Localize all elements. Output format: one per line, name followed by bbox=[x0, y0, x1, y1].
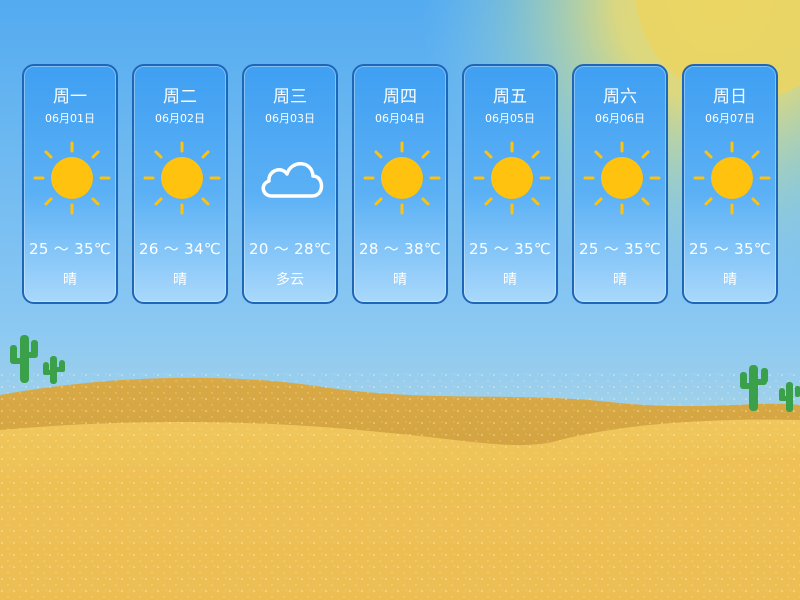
forecast-day: 周二 bbox=[163, 87, 197, 107]
forecast-day: 周一 bbox=[53, 87, 87, 107]
forecast-condition: 晴 bbox=[393, 272, 407, 288]
sun-icon bbox=[692, 140, 772, 216]
forecast-temperature: 26 ～ 34℃ bbox=[139, 240, 221, 258]
forecast-card[interactable]: 周四 06月04日 28 ～ 38℃ 晴 bbox=[352, 64, 448, 304]
sun-icon bbox=[32, 140, 112, 216]
forecast-condition: 多云 bbox=[276, 272, 304, 288]
forecast-card[interactable]: 周六 06月06日 25 ～ 35℃ 晴 bbox=[572, 64, 668, 304]
forecast-card[interactable]: 周三 06月03日 20 ～ 28℃ 多云 bbox=[242, 64, 338, 304]
forecast-temperature: 25 ～ 35℃ bbox=[469, 240, 551, 258]
sun-icon bbox=[582, 140, 662, 216]
forecast-temperature: 25 ～ 35℃ bbox=[579, 240, 661, 258]
cloud-icon bbox=[252, 140, 332, 216]
forecast-temperature: 25 ～ 35℃ bbox=[29, 240, 111, 258]
forecast-day: 周日 bbox=[713, 87, 747, 107]
sun-icon bbox=[142, 140, 222, 216]
forecast-temperature: 20 ～ 28℃ bbox=[249, 240, 331, 258]
forecast-temperature: 25 ～ 35℃ bbox=[689, 240, 771, 258]
forecast-date: 06月03日 bbox=[265, 112, 315, 125]
forecast-condition: 晴 bbox=[723, 272, 737, 288]
forecast-date: 06月05日 bbox=[485, 112, 535, 125]
sun-icon bbox=[472, 140, 552, 216]
forecast-temperature: 28 ～ 38℃ bbox=[359, 240, 441, 258]
forecast-card[interactable]: 周二 06月02日 26 ～ 34℃ 晴 bbox=[132, 64, 228, 304]
forecast-date: 06月07日 bbox=[705, 112, 755, 125]
forecast-card[interactable]: 周五 06月05日 25 ～ 35℃ 晴 bbox=[462, 64, 558, 304]
forecast-day: 周四 bbox=[383, 87, 417, 107]
weekly-forecast: 周一 06月01日 25 ～ 35℃ 晴 周二 06月02日 26 ～ 34℃ 晴 周三 06月0… bbox=[0, 0, 800, 600]
forecast-date: 06月02日 bbox=[155, 112, 205, 125]
forecast-day: 周五 bbox=[493, 87, 527, 107]
forecast-day: 周六 bbox=[603, 87, 637, 107]
forecast-date: 06月06日 bbox=[595, 112, 645, 125]
forecast-condition: 晴 bbox=[613, 272, 627, 288]
forecast-date: 06月01日 bbox=[45, 112, 95, 125]
forecast-card[interactable]: 周日 06月07日 25 ～ 35℃ 晴 bbox=[682, 64, 778, 304]
forecast-condition: 晴 bbox=[503, 272, 517, 288]
forecast-date: 06月04日 bbox=[375, 112, 425, 125]
forecast-condition: 晴 bbox=[173, 272, 187, 288]
forecast-day: 周三 bbox=[273, 87, 307, 107]
forecast-card[interactable]: 周一 06月01日 25 ～ 35℃ 晴 bbox=[22, 64, 118, 304]
forecast-condition: 晴 bbox=[63, 272, 77, 288]
sun-icon bbox=[362, 140, 442, 216]
